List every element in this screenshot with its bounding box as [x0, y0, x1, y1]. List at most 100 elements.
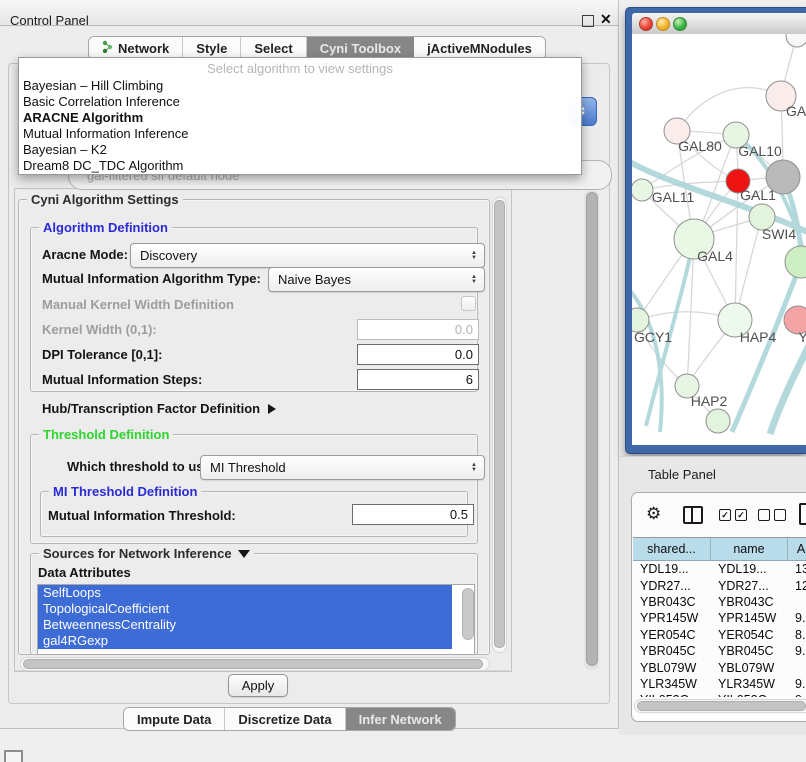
- gear-icon[interactable]: ⚙: [646, 505, 661, 522]
- node-label: HAP4: [740, 329, 777, 345]
- table-row[interactable]: YBR045CYBR045C9.: [633, 643, 806, 659]
- dropdown-item[interactable]: Mutual Information Inference: [19, 126, 581, 142]
- table-cell[interactable]: YBL079W: [711, 659, 788, 675]
- list-item[interactable]: TopologicalCoefficient: [38, 601, 452, 617]
- dropdown-item[interactable]: Bayesian – Hill Climbing: [19, 78, 581, 94]
- float-window-icon[interactable]: [582, 15, 594, 27]
- which-threshold-label: Which threshold to use:: [67, 459, 215, 474]
- table-cell[interactable]: YBR043C: [711, 594, 788, 610]
- dropdown-item[interactable]: Basic Correlation Inference: [19, 94, 581, 110]
- table-row[interactable]: YDL19...YDL19...13: [633, 561, 806, 577]
- table-cell[interactable]: 9.: [788, 610, 806, 626]
- list-item[interactable]: SelfLoops: [38, 585, 452, 601]
- network-canvas[interactable]: GALGAL80GAL10GAL11GAL1GAL4SWI4GCY1HAP4YH…: [632, 34, 806, 445]
- data-attributes-list[interactable]: SelfLoops TopologicalCoefficient Between…: [37, 584, 475, 655]
- table-cell[interactable]: 9.: [788, 643, 806, 659]
- table-row[interactable]: YIL052CYIL052C9: [633, 692, 806, 697]
- table-cell[interactable]: YDR27...: [633, 577, 711, 593]
- network-node[interactable]: [786, 34, 806, 47]
- table-cell[interactable]: YPR145W: [711, 610, 788, 626]
- table-cell[interactable]: YLR345W: [633, 676, 711, 692]
- table-cell[interactable]: YDL19...: [633, 561, 711, 577]
- table-cell[interactable]: YBR045C: [711, 643, 788, 659]
- column-header-name[interactable]: name: [711, 538, 788, 560]
- document-icon[interactable]: [799, 503, 806, 525]
- table-row[interactable]: YDR27...YDR27...12: [633, 577, 806, 593]
- table-cell[interactable]: 13: [788, 561, 806, 577]
- table-row[interactable]: YBL079WYBL079W: [633, 659, 806, 675]
- column-header-shared[interactable]: shared...: [633, 538, 711, 560]
- table-cell[interactable]: YER054C: [633, 627, 711, 643]
- list-item[interactable]: BetweennessCentrality: [38, 617, 452, 633]
- tab-discretize-data[interactable]: Discretize Data: [225, 708, 345, 730]
- close-icon[interactable]: ✕: [600, 11, 612, 28]
- tab-infer-network[interactable]: Infer Network: [346, 708, 455, 730]
- deselect-all-icon-2[interactable]: [774, 509, 786, 521]
- table-row[interactable]: YER054CYER054C8.: [633, 627, 806, 643]
- table-cell[interactable]: YER054C: [711, 627, 788, 643]
- table-header-row: shared... name A: [633, 537, 806, 561]
- tab-jactivemnodules[interactable]: jActiveMNodules: [414, 37, 545, 59]
- aracne-mode-combo[interactable]: Discovery ▲▼: [130, 243, 485, 268]
- combo-arrows-icon: ▲▼: [471, 275, 484, 285]
- network-node[interactable]: [632, 179, 653, 201]
- table-cell[interactable]: [788, 659, 806, 675]
- mi-threshold-field[interactable]: 0.5: [352, 504, 474, 525]
- network-node[interactable]: [785, 246, 806, 278]
- table-cell[interactable]: 12: [788, 577, 806, 593]
- table-cell[interactable]: YIL052C: [633, 692, 711, 697]
- deselect-all-icon[interactable]: [758, 509, 770, 521]
- select-all-icon-2[interactable]: ✓: [735, 509, 747, 521]
- table-cell[interactable]: YDL19...: [711, 561, 788, 577]
- sources-title[interactable]: Sources for Network Inference: [39, 546, 254, 561]
- dpi-tolerance-field[interactable]: 0.0: [357, 344, 479, 365]
- settings-vscrollbar[interactable]: [492, 197, 507, 653]
- table-cell[interactable]: 9.: [788, 676, 806, 692]
- tab-cyni-toolbox[interactable]: Cyni Toolbox: [307, 37, 414, 59]
- dropdown-item[interactable]: Dream8 DC_TDC Algorithm: [19, 158, 581, 174]
- zoom-traffic-light[interactable]: [673, 17, 687, 31]
- dpi-tolerance-label: DPI Tolerance [0,1]:: [42, 347, 162, 362]
- close-traffic-light[interactable]: [639, 17, 653, 31]
- table-hscrollbar[interactable]: [634, 699, 806, 713]
- which-threshold-combo[interactable]: MI Threshold ▲▼: [200, 455, 485, 480]
- mi-steps-field[interactable]: 6: [357, 369, 479, 390]
- table-cell[interactable]: YBR043C: [633, 594, 711, 610]
- table-cell[interactable]: YIL052C: [711, 692, 788, 697]
- dropdown-item[interactable]: Bayesian – K2: [19, 142, 581, 158]
- select-all-icon[interactable]: ✓: [719, 509, 731, 521]
- tab-select[interactable]: Select: [241, 37, 306, 59]
- table-cell[interactable]: YBL079W: [633, 659, 711, 675]
- tab-style[interactable]: Style: [183, 37, 241, 59]
- dropdown-item-selected[interactable]: ARACNE Algorithm: [19, 110, 581, 126]
- panel-vscrollbar[interactable]: [584, 190, 599, 670]
- table-rows: YDL19...YDL19...13YDR27...YDR27...12YBR0…: [633, 561, 806, 697]
- split-columns-icon[interactable]: [683, 506, 703, 524]
- table-cell[interactable]: 9: [788, 692, 806, 697]
- tab-network[interactable]: Network: [89, 37, 183, 59]
- minimize-traffic-light[interactable]: [656, 17, 670, 31]
- apply-button[interactable]: Apply: [228, 674, 288, 697]
- minimized-panel-icon[interactable]: [4, 750, 23, 762]
- mi-type-label: Mutual Information Algorithm Type:: [42, 271, 261, 286]
- table-cell[interactable]: YDR27...: [711, 577, 788, 593]
- table-cell[interactable]: 8.: [788, 627, 806, 643]
- group-title: Threshold Definition: [39, 427, 173, 442]
- table-row[interactable]: YBR043CYBR043C: [633, 594, 806, 610]
- table-row[interactable]: YLR345WYLR345W9.: [633, 676, 806, 692]
- list-scrollbar[interactable]: [462, 588, 472, 650]
- settings-hscrollbar[interactable]: [20, 657, 490, 671]
- table-cell[interactable]: YPR145W: [633, 610, 711, 626]
- table-cell[interactable]: YBR045C: [633, 643, 711, 659]
- tab-impute-data[interactable]: Impute Data: [124, 708, 225, 730]
- list-item[interactable]: gal4RGexp: [38, 633, 452, 649]
- table-row[interactable]: YPR145WYPR145W9.: [633, 610, 806, 626]
- network-node[interactable]: [706, 409, 730, 433]
- manual-kernel-checkbox[interactable]: [461, 296, 476, 311]
- hub-definition-toggle[interactable]: Hub/Transcription Factor Definition: [42, 401, 276, 416]
- kernel-width-field[interactable]: 0.0: [357, 319, 479, 340]
- column-header-partial[interactable]: A: [788, 538, 806, 560]
- table-cell[interactable]: YLR345W: [711, 676, 788, 692]
- table-cell[interactable]: [788, 594, 806, 610]
- mi-type-combo[interactable]: Naive Bayes ▲▼: [268, 267, 485, 292]
